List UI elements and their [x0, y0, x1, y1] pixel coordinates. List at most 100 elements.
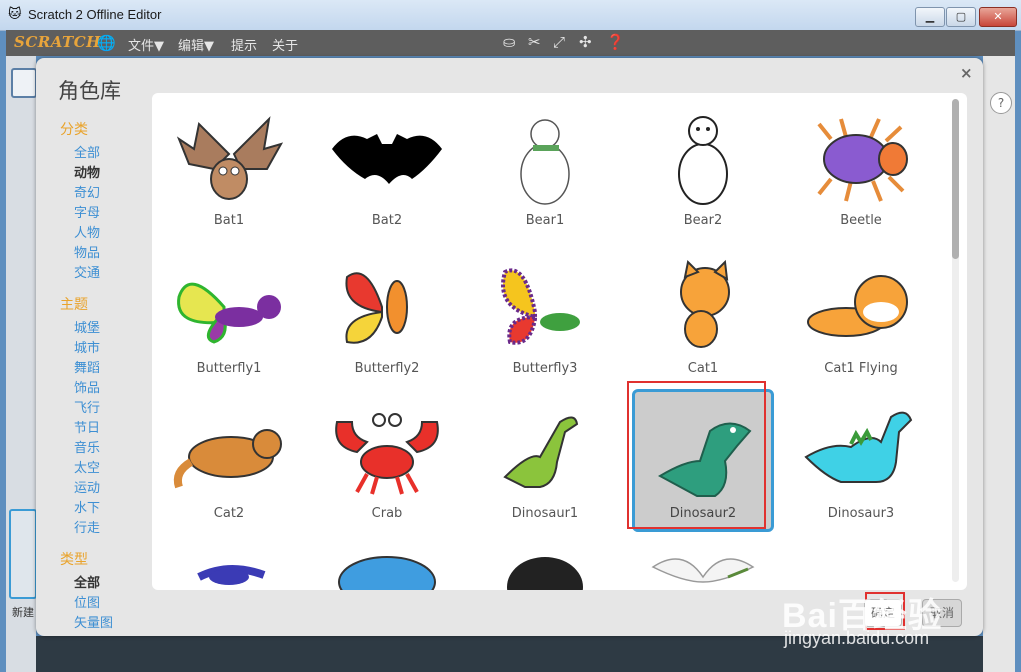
help-icon[interactable]: ❓ [606, 33, 625, 51]
category-fantasy[interactable]: 奇幻 [74, 182, 100, 201]
close-icon[interactable]: × [960, 64, 973, 82]
sprite-name: Beetle [840, 213, 882, 228]
sprite-grid[interactable]: Bat1 Bat2 Bear1 Bear2 Beetle Butterfly1 … [152, 93, 967, 590]
theme-sports[interactable]: 运动 [74, 477, 100, 496]
window-title: Scratch 2 Offline Editor [28, 7, 162, 22]
theme-dress-up[interactable]: 饰品 [74, 377, 100, 396]
sprite-name: Bear1 [525, 213, 565, 228]
sprite-tile-dinosaur3[interactable]: Dinosaur3 [791, 396, 931, 532]
bat2-image [332, 134, 442, 184]
minimize-button[interactable]: ▁ [915, 7, 945, 27]
partial-sprite-image [507, 557, 583, 590]
grow-icon[interactable]: ⤢ [553, 33, 565, 51]
menu-file[interactable]: 文件▼ [128, 35, 164, 54]
sprite-name: Butterfly1 [196, 361, 262, 376]
type-bitmap[interactable]: 位图 [74, 592, 100, 611]
bear1-image [520, 119, 570, 205]
type-heading: 类型 [60, 552, 88, 568]
sprite-tile-butterfly2[interactable]: Butterfly2 [317, 251, 457, 387]
type-all[interactable]: 全部 [74, 572, 100, 591]
sprite-tile-cat2[interactable]: Cat2 [159, 396, 299, 532]
theme-castle[interactable]: 城堡 [74, 317, 100, 336]
duplicate-stamp-icon[interactable]: ⛀ [503, 33, 516, 51]
cat2-image [173, 429, 282, 489]
butterfly2-image [345, 272, 408, 344]
butterfly3-image [501, 268, 580, 345]
menu-tips[interactable]: 提示 [231, 35, 257, 54]
partial-sprite-image [651, 558, 755, 583]
sprite-name: Bat2 [371, 213, 403, 228]
vertical-scrollbar[interactable] [952, 99, 959, 582]
maximize-button[interactable]: ▢ [946, 7, 976, 27]
baidu-watermark: Bai百经验 jingyan.baidu.com [782, 588, 943, 648]
partial-sprite-image [197, 564, 266, 585]
window-titlebar: 🐱 Scratch 2 Offline Editor ▁ ▢ ✕ [0, 0, 1021, 31]
sprite-tile-cat1-flying[interactable]: Cat1 Flying [791, 251, 931, 387]
theme-city[interactable]: 城市 [74, 337, 100, 356]
sprite-tile-dinosaur1[interactable]: Dinosaur1 [475, 396, 615, 532]
sprite-thumbnail[interactable] [9, 509, 37, 599]
bat1-image [176, 116, 284, 200]
stage-fullscreen-icon[interactable] [11, 68, 37, 98]
theme-space[interactable]: 太空 [74, 457, 100, 476]
category-animals[interactable]: 动物 [74, 162, 100, 181]
category-things[interactable]: 物品 [74, 242, 100, 261]
sprite-tile-cat1[interactable]: Cat1 [633, 251, 773, 387]
sprite-tile-butterfly3[interactable]: Butterfly3 [475, 251, 615, 387]
category-heading: 分类 [60, 122, 88, 138]
theme-walking[interactable]: 行走 [74, 517, 100, 536]
help-tab-icon[interactable]: ? [990, 92, 1012, 114]
sprite-tile-partial-4[interactable] [633, 541, 773, 590]
editor-right-pane: ? [983, 56, 1015, 672]
sprite-name: Bat1 [213, 213, 245, 228]
category-people[interactable]: 人物 [74, 222, 100, 241]
cat1-flying-image [807, 275, 908, 337]
partial-sprite-image [338, 556, 436, 590]
scratch-logo[interactable]: SCRATCH [14, 33, 101, 51]
sprite-name: Cat1 Flying [824, 361, 898, 376]
menu-about[interactable]: 关于 [272, 35, 298, 54]
theme-holiday[interactable]: 节日 [74, 417, 100, 436]
sprite-library-dialog: 角色库 × 分类 全部 动物 奇幻 字母 人物 物品 交通 主题 城堡 城市 舞… [36, 58, 983, 636]
sprite-tile-bear2[interactable]: Bear2 [633, 103, 773, 239]
sprite-tile-bat1[interactable]: Bat1 [159, 103, 299, 239]
crab-image [335, 413, 439, 495]
new-sprite-label: 新建 [12, 606, 34, 619]
sprite-tile-beetle[interactable]: Beetle [791, 103, 931, 239]
category-transport[interactable]: 交通 [74, 262, 100, 281]
globe-icon[interactable]: 🌐 [97, 34, 116, 52]
watermark-url: jingyan.baidu.com [784, 628, 930, 648]
theme-dance[interactable]: 舞蹈 [74, 357, 100, 376]
sprite-name: Dinosaur1 [511, 506, 579, 521]
theme-music[interactable]: 音乐 [74, 437, 100, 456]
sprite-name: Dinosaur3 [827, 506, 895, 521]
sprite-tile-partial-3[interactable] [475, 541, 615, 590]
bear2-image [678, 116, 728, 205]
sprite-name: Butterfly2 [354, 361, 420, 376]
theme-flying[interactable]: 飞行 [74, 397, 100, 416]
editor-left-pane: 新建 [6, 56, 37, 672]
butterfly1-image [177, 282, 281, 344]
sprite-tile-butterfly1[interactable]: Butterfly1 [159, 251, 299, 387]
close-window-button[interactable]: ✕ [979, 7, 1017, 27]
sprite-tile-bear1[interactable]: Bear1 [475, 103, 615, 239]
delete-cut-icon[interactable]: ✂ [528, 33, 541, 51]
scrollbar-thumb[interactable] [952, 99, 959, 259]
sprite-name: Butterfly3 [512, 361, 578, 376]
theme-heading: 主题 [60, 297, 88, 313]
type-vector[interactable]: 矢量图 [74, 612, 113, 631]
menu-edit[interactable]: 编辑▼ [178, 35, 214, 54]
annotation-box-selected [627, 381, 766, 529]
scratch-menubar: SCRATCH 🌐 文件▼ 编辑▼ 提示 关于 ⛀ ✂ ⤢ ✣ ❓ [6, 30, 1015, 56]
category-all[interactable]: 全部 [74, 142, 100, 161]
sprite-name: Cat1 [687, 361, 719, 376]
sprite-tile-partial-1[interactable] [159, 541, 299, 590]
category-letters[interactable]: 字母 [74, 202, 100, 221]
beetle-image [817, 118, 908, 202]
sprite-tile-crab[interactable]: Crab [317, 396, 457, 532]
shrink-icon[interactable]: ✣ [579, 33, 592, 51]
sprite-tile-bat2[interactable]: Bat2 [317, 103, 457, 239]
cat-icon: 🐱 [8, 7, 22, 22]
sprite-tile-partial-2[interactable] [317, 541, 457, 590]
theme-underwater[interactable]: 水下 [74, 497, 100, 516]
